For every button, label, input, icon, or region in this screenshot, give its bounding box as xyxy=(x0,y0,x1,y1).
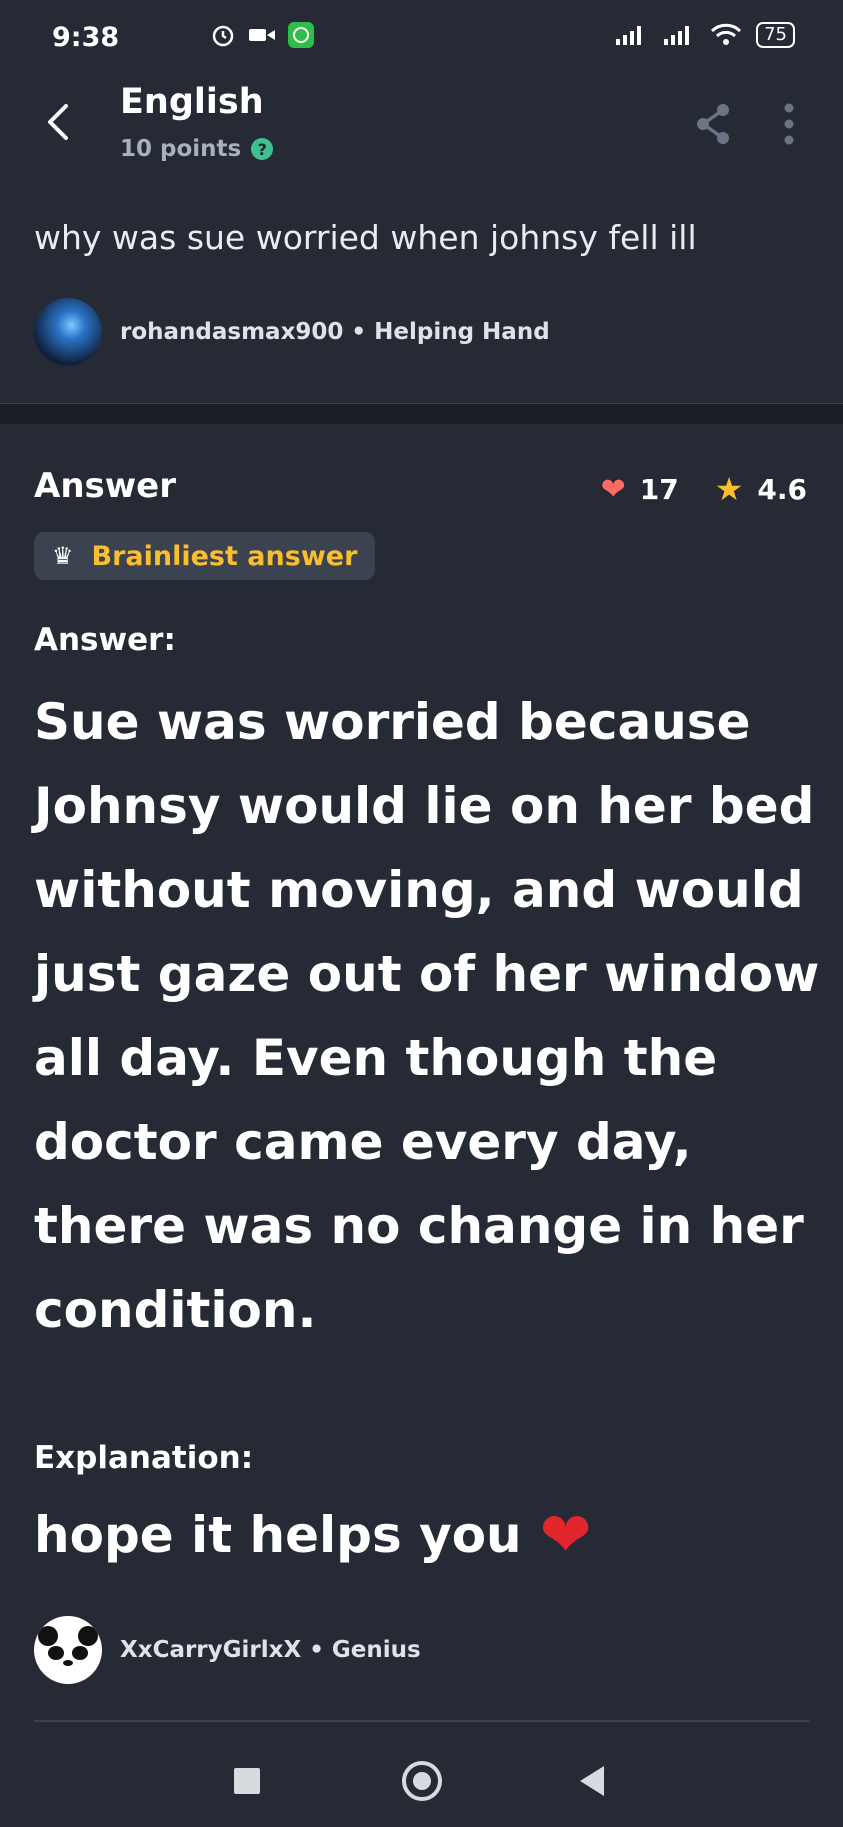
brainliest-badge: ♛ Brainliest answer xyxy=(34,532,376,580)
rating-value: 4.6 xyxy=(757,472,807,506)
signal-icon-2 xyxy=(664,26,690,45)
wifi-icon xyxy=(711,23,742,45)
explanation-row: hope it helps you ❤ xyxy=(34,1498,592,1571)
likes-count: 17 xyxy=(639,472,679,506)
star-icon: ★ xyxy=(714,470,744,508)
asker-name[interactable]: rohandasmax900 • Helping Hand xyxy=(120,319,550,345)
back-arrow-icon[interactable] xyxy=(40,100,80,144)
explanation-heading: Explanation: xyxy=(34,1440,254,1476)
video-icon xyxy=(249,29,275,41)
answer-heading: Answer: xyxy=(34,622,176,658)
system-nav-bar xyxy=(0,1735,843,1827)
status-time: 9:38 xyxy=(52,22,120,53)
question-text: why was sue worried when johnsy fell ill xyxy=(34,218,697,257)
answerer-name[interactable]: XxCarryGirlxX • Genius xyxy=(120,1637,421,1663)
bottom-divider xyxy=(34,1720,809,1722)
brainliest-label: Brainliest answer xyxy=(91,540,358,572)
help-icon[interactable]: ? xyxy=(251,138,274,160)
share-icon[interactable] xyxy=(693,102,733,146)
answerer-avatar[interactable] xyxy=(34,1616,102,1684)
answer-body: Sue was worried because Johnsy would lie… xyxy=(34,693,820,1339)
home-icon[interactable] xyxy=(402,1761,442,1801)
alarm-icon xyxy=(212,25,234,47)
crown-icon: ♛ xyxy=(52,542,74,570)
recents-icon[interactable] xyxy=(234,1768,260,1794)
signal-icon xyxy=(616,26,642,45)
asker-avatar[interactable] xyxy=(34,298,102,366)
top-bar: English 10 points ? xyxy=(0,80,843,190)
asker-row[interactable]: rohandasmax900 • Helping Hand xyxy=(34,298,550,366)
explanation-text: hope it helps you xyxy=(34,1506,522,1564)
answer-stats: ❤ 17 ★ 4.6 xyxy=(601,470,807,508)
heart-icon[interactable]: ❤ xyxy=(601,472,626,507)
subject-title: English xyxy=(120,82,264,122)
more-options-icon[interactable] xyxy=(783,102,795,146)
points-value: 10 points xyxy=(120,136,242,162)
battery-indicator: 75 xyxy=(756,22,795,48)
whatsapp-icon xyxy=(288,22,314,48)
points-label: 10 points ? xyxy=(120,136,274,162)
answerer-row[interactable]: XxCarryGirlxX • Genius xyxy=(34,1616,421,1684)
section-divider xyxy=(0,403,843,424)
answer-section-label: Answer xyxy=(34,466,176,506)
red-heart-icon: ❤ xyxy=(539,1498,592,1571)
status-bar: 9:38 75 xyxy=(0,0,843,80)
system-back-icon[interactable] xyxy=(580,1766,604,1796)
